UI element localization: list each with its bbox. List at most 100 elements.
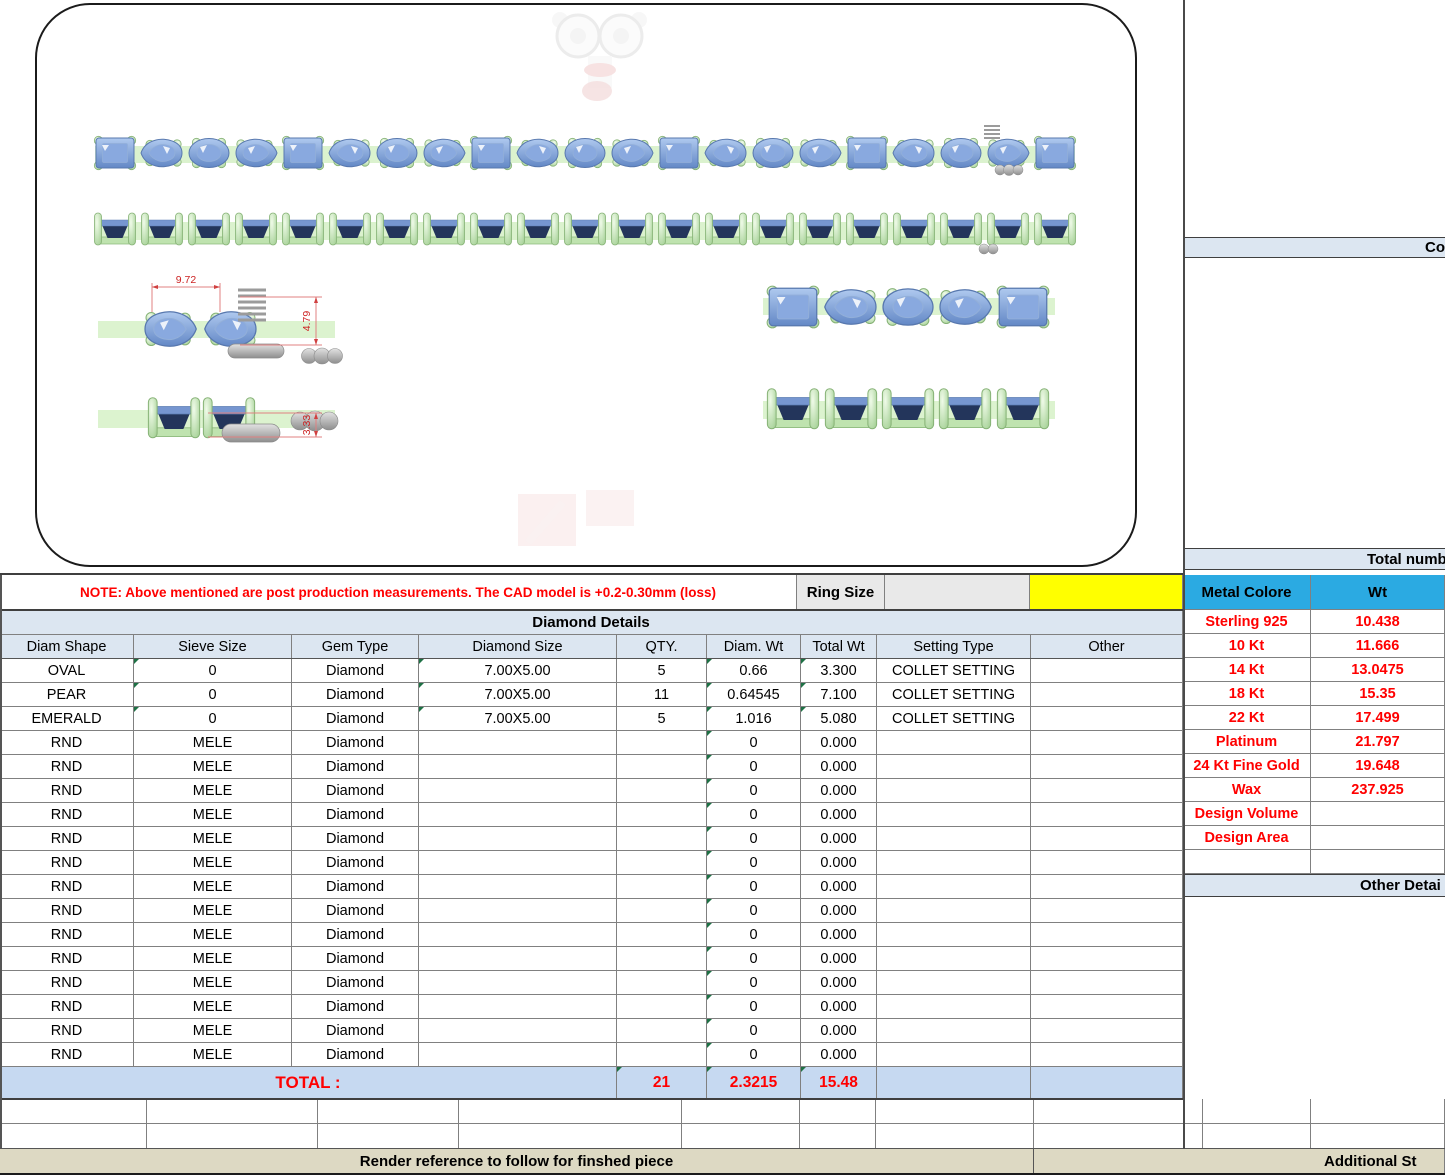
- metal-wt-cell[interactable]: [1311, 802, 1445, 826]
- table-cell[interactable]: 0: [707, 827, 801, 851]
- table-cell[interactable]: 11: [617, 683, 707, 707]
- table-cell[interactable]: [877, 779, 1031, 803]
- metal-name-cell[interactable]: 14 Kt: [1183, 658, 1311, 682]
- table-cell[interactable]: [419, 875, 617, 899]
- table-cell[interactable]: [419, 1043, 617, 1067]
- table-cell[interactable]: 0.000: [801, 827, 877, 851]
- table-cell[interactable]: Diamond: [292, 1019, 419, 1043]
- table-cell[interactable]: [617, 947, 707, 971]
- table-cell[interactable]: 0: [707, 779, 801, 803]
- metal-empty-cell[interactable]: [1311, 850, 1445, 874]
- table-cell[interactable]: MELE: [134, 971, 292, 995]
- empty-cell[interactable]: [1203, 1124, 1311, 1149]
- table-cell[interactable]: MELE: [134, 755, 292, 779]
- table-cell[interactable]: [419, 731, 617, 755]
- table-cell[interactable]: 0.000: [801, 971, 877, 995]
- metal-wt-cell[interactable]: 19.648: [1311, 754, 1445, 778]
- table-cell[interactable]: [419, 755, 617, 779]
- table-cell[interactable]: COLLET SETTING: [877, 683, 1031, 707]
- metal-colore-header[interactable]: Metal Colore: [1183, 575, 1311, 610]
- table-cell[interactable]: MELE: [134, 1019, 292, 1043]
- column-header[interactable]: Other: [1031, 635, 1183, 659]
- table-cell[interactable]: PEAR: [0, 683, 134, 707]
- table-cell[interactable]: COLLET SETTING: [877, 659, 1031, 683]
- table-cell[interactable]: RND: [0, 971, 134, 995]
- metal-empty-cell[interactable]: [1183, 850, 1311, 874]
- table-cell[interactable]: 0.000: [801, 755, 877, 779]
- metal-wt-cell[interactable]: 17.499: [1311, 706, 1445, 730]
- table-cell[interactable]: RND: [0, 995, 134, 1019]
- table-cell[interactable]: 0.000: [801, 851, 877, 875]
- table-cell[interactable]: [877, 995, 1031, 1019]
- metal-wt-cell[interactable]: 10.438: [1311, 610, 1445, 634]
- table-cell[interactable]: Diamond: [292, 875, 419, 899]
- table-cell[interactable]: Diamond: [292, 755, 419, 779]
- table-cell[interactable]: [1031, 707, 1183, 731]
- empty-cell[interactable]: [147, 1099, 318, 1124]
- table-cell[interactable]: 0: [707, 1043, 801, 1067]
- table-cell[interactable]: Diamond: [292, 707, 419, 731]
- table-cell[interactable]: 0: [134, 683, 292, 707]
- table-cell[interactable]: [419, 995, 617, 1019]
- empty-cell[interactable]: [800, 1124, 876, 1149]
- total-diam-wt-cell[interactable]: 2.3215: [707, 1067, 801, 1099]
- empty-cell[interactable]: [800, 1099, 876, 1124]
- empty-cell[interactable]: [147, 1124, 318, 1149]
- table-cell[interactable]: RND: [0, 779, 134, 803]
- table-cell[interactable]: Diamond: [292, 683, 419, 707]
- table-cell[interactable]: 5: [617, 707, 707, 731]
- empty-cell[interactable]: [459, 1124, 682, 1149]
- table-cell[interactable]: MELE: [134, 947, 292, 971]
- table-cell[interactable]: 1.016: [707, 707, 801, 731]
- metal-name-cell[interactable]: 10 Kt: [1183, 634, 1311, 658]
- empty-cell[interactable]: [318, 1124, 459, 1149]
- table-cell[interactable]: OVAL: [0, 659, 134, 683]
- table-cell[interactable]: 0.000: [801, 779, 877, 803]
- table-cell[interactable]: 0: [707, 803, 801, 827]
- column-header[interactable]: Diamond Size: [419, 635, 617, 659]
- highlight-yellow-cell[interactable]: [1030, 575, 1183, 610]
- table-cell[interactable]: [617, 851, 707, 875]
- table-cell[interactable]: [877, 755, 1031, 779]
- table-cell[interactable]: RND: [0, 875, 134, 899]
- table-cell[interactable]: 0.64545: [707, 683, 801, 707]
- table-cell[interactable]: Diamond: [292, 947, 419, 971]
- metal-name-cell[interactable]: Design Area: [1183, 826, 1311, 850]
- table-cell[interactable]: RND: [0, 1019, 134, 1043]
- table-cell[interactable]: MELE: [134, 803, 292, 827]
- metal-name-cell[interactable]: 18 Kt: [1183, 682, 1311, 706]
- table-cell[interactable]: [419, 827, 617, 851]
- table-cell[interactable]: [1031, 827, 1183, 851]
- table-cell[interactable]: [877, 923, 1031, 947]
- table-cell[interactable]: [419, 779, 617, 803]
- metal-name-cell[interactable]: Sterling 925: [1183, 610, 1311, 634]
- table-cell[interactable]: RND: [0, 923, 134, 947]
- table-cell[interactable]: Diamond: [292, 827, 419, 851]
- table-cell[interactable]: 5.080: [801, 707, 877, 731]
- table-cell[interactable]: Diamond: [292, 899, 419, 923]
- column-header[interactable]: Diam Shape: [0, 635, 134, 659]
- table-cell[interactable]: Diamond: [292, 851, 419, 875]
- table-cell[interactable]: 0: [707, 875, 801, 899]
- table-cell[interactable]: MELE: [134, 995, 292, 1019]
- table-cell[interactable]: 0.66: [707, 659, 801, 683]
- table-cell[interactable]: [1031, 683, 1183, 707]
- table-cell[interactable]: Diamond: [292, 971, 419, 995]
- table-cell[interactable]: [617, 755, 707, 779]
- metal-wt-cell[interactable]: 237.925: [1311, 778, 1445, 802]
- table-cell[interactable]: RND: [0, 755, 134, 779]
- table-cell[interactable]: [419, 851, 617, 875]
- table-cell[interactable]: 0: [707, 923, 801, 947]
- table-cell[interactable]: 0: [707, 947, 801, 971]
- table-cell[interactable]: 0: [707, 1019, 801, 1043]
- table-cell[interactable]: 7.00X5.00: [419, 707, 617, 731]
- table-cell[interactable]: MELE: [134, 827, 292, 851]
- note-cell[interactable]: NOTE: Above mentioned are post productio…: [0, 575, 797, 610]
- table-cell[interactable]: [1031, 1043, 1183, 1067]
- table-cell[interactable]: [877, 803, 1031, 827]
- column-header[interactable]: QTY.: [617, 635, 707, 659]
- table-cell[interactable]: 7.100: [801, 683, 877, 707]
- table-cell[interactable]: RND: [0, 947, 134, 971]
- table-cell[interactable]: [1031, 659, 1183, 683]
- table-cell[interactable]: MELE: [134, 923, 292, 947]
